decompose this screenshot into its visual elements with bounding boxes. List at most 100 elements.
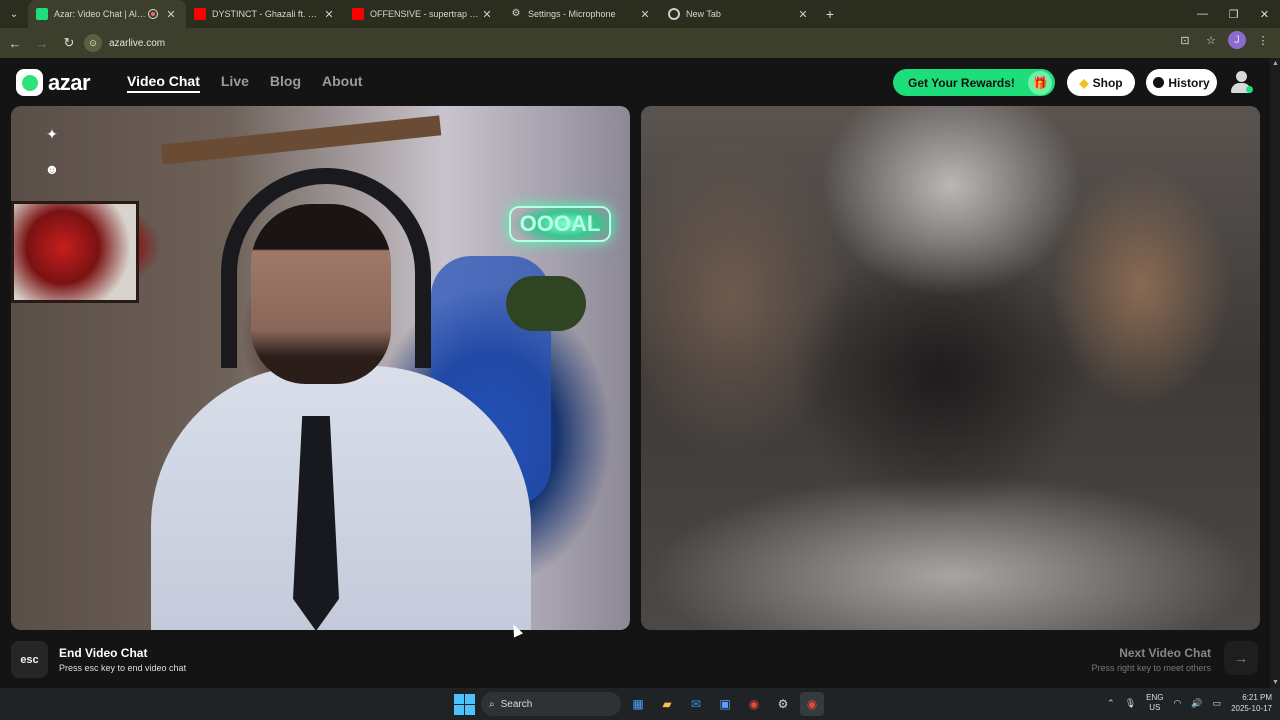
omnibox[interactable]: ⊙ azarlive.com bbox=[80, 31, 1256, 55]
chrome-active-icon[interactable]: ◉ bbox=[800, 692, 824, 716]
face-filter-icon[interactable]: ☻ bbox=[41, 158, 63, 180]
gear-icon: ⚙ bbox=[511, 8, 521, 19]
volume-icon[interactable]: 🔊 bbox=[1191, 698, 1202, 709]
sparkle-effects-icon[interactable]: ✦ bbox=[41, 123, 63, 145]
site-info-icon[interactable]: ⊙ bbox=[84, 34, 102, 52]
nav-blog[interactable]: Blog bbox=[270, 73, 301, 93]
next-arrow-icon[interactable]: → bbox=[1224, 641, 1258, 675]
end-video-chat-title: End Video Chat bbox=[59, 646, 148, 660]
gift-icon: 🎁 bbox=[1028, 71, 1052, 95]
tab-title: OFFENSIVE - supertrap type be bbox=[370, 9, 480, 19]
forward-arrow-icon[interactable]: → bbox=[30, 31, 54, 55]
taskbar-search[interactable]: ⌕ Search bbox=[481, 692, 621, 716]
close-tab-icon[interactable]: ✕ bbox=[638, 8, 652, 21]
tab-title: Settings - Microphone bbox=[528, 9, 616, 19]
end-video-chat-control[interactable]: esc End Video Chat Press esc key to end … bbox=[11, 641, 186, 678]
close-tab-icon[interactable]: ✕ bbox=[164, 8, 178, 21]
tab-new-tab[interactable]: New Tab ✕ bbox=[660, 0, 818, 28]
site-header: azar Video Chat Live Blog About Get Your… bbox=[0, 58, 1270, 106]
get-rewards-button[interactable]: Get Your Rewards! 🎁 bbox=[893, 69, 1055, 96]
neon-sign: OOOAL bbox=[509, 206, 611, 242]
tray-overflow-chevron-icon[interactable]: ⌃ bbox=[1107, 698, 1115, 709]
close-window-icon[interactable]: ✕ bbox=[1249, 0, 1280, 28]
bookmark-star-icon[interactable]: ☆ bbox=[1202, 31, 1220, 49]
new-tab-plus-icon[interactable]: + bbox=[818, 6, 842, 22]
nav-live[interactable]: Live bbox=[221, 73, 249, 93]
close-tab-icon[interactable]: ✕ bbox=[796, 8, 810, 21]
nav-about[interactable]: About bbox=[322, 73, 362, 93]
main-nav: Video Chat Live Blog About bbox=[127, 73, 362, 93]
clock-time: 6:21 PM bbox=[1242, 693, 1272, 702]
tab-title: DYSTINCT - Ghazali ft. Bryan M bbox=[212, 9, 322, 19]
close-tab-icon[interactable]: ✕ bbox=[322, 8, 336, 21]
search-icon: ⌕ bbox=[489, 698, 495, 710]
chrome-icon bbox=[668, 8, 680, 20]
rewards-label: Get Your Rewards! bbox=[908, 75, 1015, 90]
language-indicator[interactable]: ENG US bbox=[1146, 693, 1163, 713]
restore-icon[interactable]: ❐ bbox=[1218, 0, 1249, 28]
online-status-dot bbox=[1246, 86, 1253, 93]
next-video-chat-title: Next Video Chat bbox=[1119, 646, 1211, 660]
settings-gear-icon[interactable]: ⚙ bbox=[771, 692, 795, 716]
url-text[interactable]: azarlive.com bbox=[109, 38, 165, 49]
tab-title: New Tab bbox=[686, 9, 721, 19]
tab-title: Azar: Video Chat | Alternati bbox=[54, 9, 148, 19]
tab-azar[interactable]: Azar: Video Chat | Alternati ✕ bbox=[28, 0, 186, 28]
outlook-icon[interactable]: ✉ bbox=[684, 692, 708, 716]
close-tab-icon[interactable]: ✕ bbox=[480, 8, 494, 21]
search-label: Search bbox=[500, 698, 533, 710]
tab-dystinct[interactable]: DYSTINCT - Ghazali ft. Bryan M ✕ bbox=[186, 0, 344, 28]
logo-text: azar bbox=[48, 69, 91, 95]
install-app-icon[interactable]: ⊡ bbox=[1176, 31, 1194, 49]
store-icon[interactable]: ▣ bbox=[713, 692, 737, 716]
reload-icon[interactable]: ↻ bbox=[57, 31, 81, 55]
wall-painting bbox=[11, 201, 139, 303]
widgets-icon[interactable]: ▦ bbox=[626, 692, 650, 716]
gem-icon: ◆ bbox=[1079, 75, 1089, 90]
esc-key-button[interactable]: esc bbox=[11, 641, 48, 678]
file-explorer-icon[interactable]: ▰ bbox=[655, 692, 679, 716]
microphone-icon[interactable]: 🎙 bbox=[1125, 698, 1136, 709]
person-shirt bbox=[151, 366, 531, 630]
person-headset bbox=[221, 168, 431, 368]
omnibox-actions: ⊡ ☆ J ⋮ bbox=[1176, 31, 1272, 49]
azar-logo-icon bbox=[16, 69, 43, 96]
taskbar-clock[interactable]: 6:21 PM 2025-10-17 bbox=[1231, 692, 1272, 714]
youtube-favicon-icon bbox=[352, 8, 364, 20]
menu-kebab-icon[interactable]: ⋮ bbox=[1254, 31, 1272, 49]
chrome-icon[interactable]: ◉ bbox=[742, 692, 766, 716]
end-video-chat-hint: Press esc key to end video chat bbox=[59, 663, 187, 673]
window-controls: — ❐ ✕ bbox=[1187, 0, 1280, 28]
azar-favicon-icon bbox=[36, 8, 48, 20]
nav-video-chat[interactable]: Video Chat bbox=[127, 73, 200, 93]
tab-search-icon[interactable]: ⌄ bbox=[4, 4, 24, 24]
next-video-chat-control[interactable]: Next Video Chat Press right key to meet … bbox=[1091, 646, 1211, 673]
video-tools: ✦ ☻ bbox=[26, 123, 78, 193]
page-scrollbar[interactable]: ▲ ▼ bbox=[1270, 58, 1280, 688]
history-label: History bbox=[1168, 75, 1210, 90]
shop-button[interactable]: ◆ Shop bbox=[1067, 69, 1135, 96]
windows-start-icon[interactable] bbox=[452, 692, 476, 716]
tab-offensive[interactable]: OFFENSIVE - supertrap type be ✕ bbox=[344, 0, 502, 28]
user-avatar[interactable] bbox=[1230, 70, 1253, 94]
minimize-icon[interactable]: — bbox=[1187, 0, 1218, 28]
youtube-favicon-icon bbox=[194, 8, 206, 20]
address-bar-row: ← → ↻ ⊙ azarlive.com ⊡ ☆ J ⋮ bbox=[0, 28, 1280, 58]
system-tray: ⌃ 🎙 ENG US ◠ 🔊 ▭ 6:21 PM 2025-10-17 bbox=[1107, 692, 1272, 714]
azar-logo[interactable]: azar bbox=[16, 69, 91, 96]
browser-tab-strip: ⌄ Azar: Video Chat | Alternati ✕ DYSTINC… bbox=[0, 0, 1280, 28]
back-arrow-icon[interactable]: ← bbox=[3, 31, 27, 55]
wifi-icon[interactable]: ◠ bbox=[1173, 698, 1181, 709]
windows-taskbar: ⌕ Search ▦ ▰ ✉ ▣ ◉ ⚙ ◉ ⌃ 🎙 ENG US ◠ 🔊 ▭ … bbox=[0, 688, 1280, 720]
tab-settings-microphone[interactable]: ⚙ Settings - Microphone ✕ bbox=[502, 0, 660, 28]
scroll-down-icon[interactable]: ▼ bbox=[1272, 679, 1279, 686]
recording-indicator-icon bbox=[148, 9, 158, 19]
taskbar-apps: ⌕ Search ▦ ▰ ✉ ▣ ◉ ⚙ ◉ bbox=[452, 692, 824, 716]
profile-avatar[interactable]: J bbox=[1228, 31, 1246, 49]
shop-label: Shop bbox=[1092, 75, 1123, 90]
history-button[interactable]: History bbox=[1146, 69, 1217, 96]
scroll-up-icon[interactable]: ▲ bbox=[1272, 60, 1279, 67]
bonsai-plant bbox=[506, 276, 586, 331]
battery-icon[interactable]: ▭ bbox=[1213, 698, 1222, 709]
clock-date: 2025-10-17 bbox=[1231, 704, 1272, 713]
